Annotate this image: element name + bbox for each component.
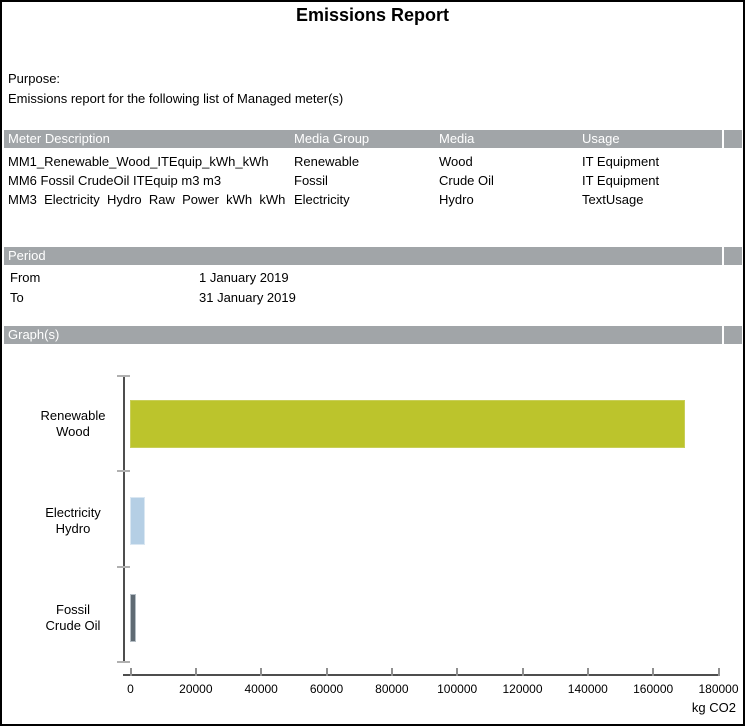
column-header-meter-description: Meter Description xyxy=(8,130,110,148)
table-cell-meter: MM1_Renewable_Wood_ITEquip_kWh_kWh xyxy=(8,152,290,171)
x-axis-tick-label: 0 xyxy=(96,682,166,696)
table-cell-usage: IT Equipment xyxy=(582,152,738,171)
table-cell-media-group: Renewable xyxy=(294,152,437,171)
table-row: MM3 Electricity Hydro Raw Power kWh kWhE… xyxy=(4,190,742,209)
table-row: MM6 Fossil CrudeOil ITEquip m3 m3FossilC… xyxy=(4,171,742,190)
table-cell-meter: MM6 Fossil CrudeOil ITEquip m3 m3 xyxy=(8,171,290,190)
header-bar-separator xyxy=(722,130,724,148)
period-from-label: From xyxy=(10,270,40,286)
x-axis-tick xyxy=(652,668,654,676)
y-axis-category-tick xyxy=(117,375,130,377)
x-axis-tick-label: 180000 xyxy=(684,682,745,696)
y-axis-category-tick xyxy=(117,470,130,472)
period-to-value: 31 January 2019 xyxy=(199,290,296,306)
x-axis-tick xyxy=(260,668,262,676)
x-axis-tick xyxy=(391,668,393,676)
purpose-text: Emissions report for the following list … xyxy=(8,91,343,107)
category-label: ElectricityHydro xyxy=(28,497,118,545)
x-axis-title: kg CO2 xyxy=(562,700,736,715)
category-label-line: Renewable xyxy=(40,408,105,424)
meter-table-header-bar: Meter Description Media Group Media Usag… xyxy=(4,130,742,148)
x-axis-tick-label: 160000 xyxy=(618,682,688,696)
period-from-value: 1 January 2019 xyxy=(199,270,289,286)
table-cell-meter: MM3 Electricity Hydro Raw Power kWh kWh xyxy=(8,190,290,209)
y-axis-category-tick xyxy=(117,661,130,663)
emissions-bar-chart: 0200004000060000800001000001200001400001… xyxy=(2,344,745,726)
category-label: FossilCrude Oil xyxy=(28,594,118,642)
y-axis-line xyxy=(123,376,125,662)
header-bar-separator xyxy=(722,247,724,265)
graphs-header-bar: Graph(s) xyxy=(4,326,742,344)
table-cell-usage: IT Equipment xyxy=(582,171,738,190)
period-header-bar: Period xyxy=(4,247,742,265)
x-axis-tick-label: 100000 xyxy=(422,682,492,696)
bar-fossil-crude-oil xyxy=(130,594,136,642)
emissions-report-page: Emissions Report Purpose: Emissions repo… xyxy=(0,0,745,726)
table-cell-media: Wood xyxy=(439,152,580,171)
x-axis-tick xyxy=(326,668,328,676)
table-cell-media: Hydro xyxy=(439,190,580,209)
period-to-label: To xyxy=(10,290,24,306)
table-cell-media-group: Fossil xyxy=(294,171,437,190)
category-label-line: Crude Oil xyxy=(46,618,101,634)
x-axis-tick xyxy=(130,668,132,676)
x-axis-tick xyxy=(522,668,524,676)
category-label-line: Hydro xyxy=(56,521,91,537)
category-label-line: Wood xyxy=(56,424,90,440)
x-axis-tick-label: 80000 xyxy=(357,682,427,696)
x-axis-line xyxy=(123,674,720,676)
table-row: MM1_Renewable_Wood_ITEquip_kWh_kWhRenewa… xyxy=(4,152,742,171)
table-cell-media: Crude Oil xyxy=(439,171,580,190)
category-label-line: Fossil xyxy=(56,602,90,618)
x-axis-tick-label: 140000 xyxy=(553,682,623,696)
table-cell-media-group: Electricity xyxy=(294,190,437,209)
y-axis-category-tick xyxy=(117,566,130,568)
category-label: RenewableWood xyxy=(28,400,118,448)
purpose-label: Purpose: xyxy=(8,71,60,87)
x-axis-tick-label: 60000 xyxy=(292,682,362,696)
table-cell-usage: TextUsage xyxy=(582,190,738,209)
bar-electricity-hydro xyxy=(130,497,145,545)
x-axis-tick xyxy=(587,668,589,676)
bar-renewable-wood xyxy=(130,400,685,448)
header-bar-separator xyxy=(722,326,724,344)
x-axis-tick xyxy=(718,668,720,676)
x-axis-tick-label: 40000 xyxy=(226,682,296,696)
x-axis-tick xyxy=(456,668,458,676)
page-title: Emissions Report xyxy=(2,5,743,26)
column-header-media: Media xyxy=(439,130,474,148)
graphs-header-label: Graph(s) xyxy=(8,326,59,344)
column-header-media-group: Media Group xyxy=(294,130,369,148)
period-header-label: Period xyxy=(8,247,46,265)
x-axis-tick-label: 20000 xyxy=(161,682,231,696)
category-label-line: Electricity xyxy=(45,505,101,521)
x-axis-tick xyxy=(195,668,197,676)
x-axis-tick-label: 120000 xyxy=(488,682,558,696)
column-header-usage: Usage xyxy=(582,130,620,148)
